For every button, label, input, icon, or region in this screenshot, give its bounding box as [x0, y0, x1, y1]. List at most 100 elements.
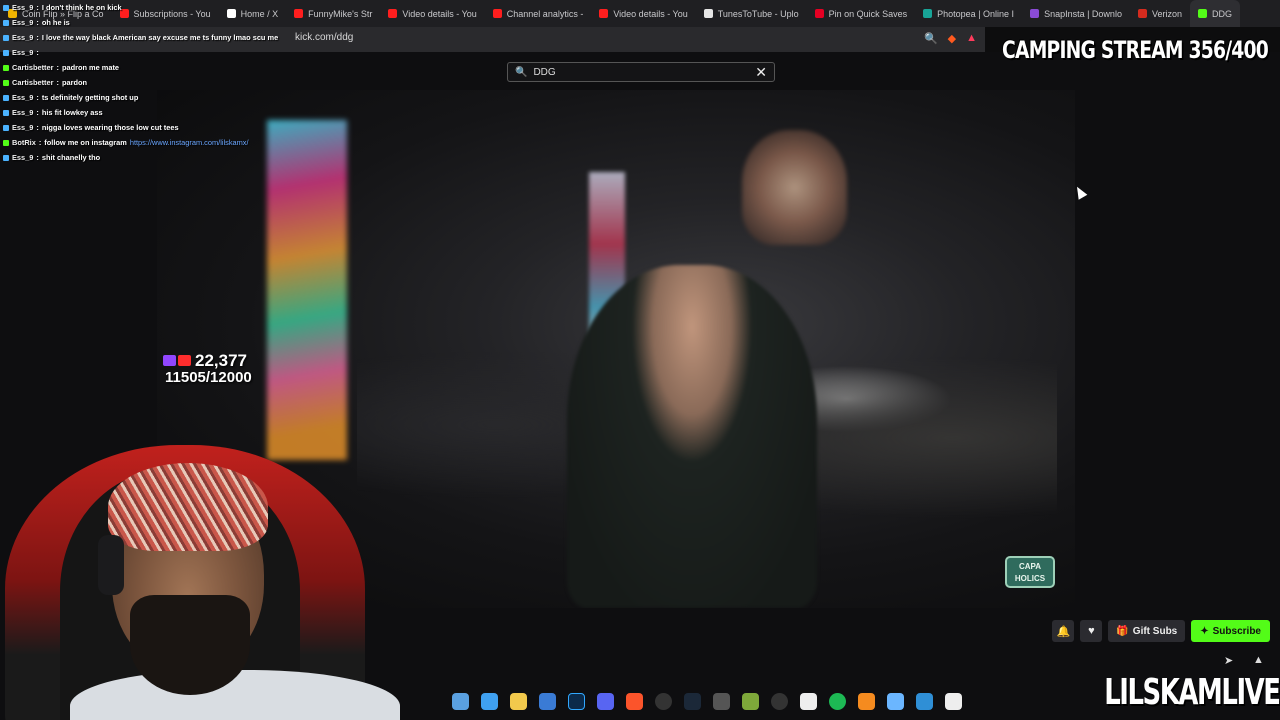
- search-icon[interactable]: 🔍: [924, 32, 938, 45]
- chat-username[interactable]: Ess_9: [12, 108, 33, 117]
- chat-link[interactable]: https://www.instagram.com/lilskamx/: [130, 138, 249, 147]
- chat-separator: :: [36, 153, 39, 162]
- file-icon[interactable]: [945, 692, 962, 710]
- chat-username[interactable]: Cartisbetter: [12, 78, 53, 87]
- chat-separator: :: [38, 138, 42, 147]
- tab-label: Pin on Quick Saves: [828, 8, 908, 19]
- chat-text: oh he is: [41, 18, 70, 27]
- chat-message: Cartisbetter: pardon: [3, 75, 303, 90]
- app-icon[interactable]: [713, 692, 730, 710]
- notepad-icon[interactable]: [887, 692, 904, 710]
- chat-text: his fit lowkey ass: [41, 108, 103, 117]
- chat-badge-icon: [3, 19, 9, 26]
- steam-icon[interactable]: [684, 692, 701, 710]
- chat-separator: :: [36, 48, 39, 57]
- tab-label: Channel analytics -: [506, 8, 584, 19]
- browser-tab[interactable]: SnapInsta | Downlo: [1022, 0, 1130, 27]
- report-icon[interactable]: ▲: [1253, 654, 1264, 666]
- headset: [98, 535, 124, 595]
- chat-badge-icon: [3, 64, 9, 71]
- brave-rewards-icon[interactable]: ▲: [966, 32, 977, 45]
- browser-tab[interactable]: Pin on Quick Saves: [807, 0, 916, 27]
- tab-label: FunnyMike's Str: [308, 8, 373, 19]
- chat-username[interactable]: Ess_9: [12, 18, 33, 27]
- spotify-icon[interactable]: [829, 692, 846, 710]
- search-input[interactable]: DDG: [533, 67, 555, 78]
- brand-watermark: LILSKAMLIVE: [1104, 672, 1280, 713]
- chat-badge-icon: [3, 154, 9, 161]
- browser-tab[interactable]: DDG: [1189, 0, 1240, 27]
- fl-studio-icon[interactable]: [858, 692, 875, 710]
- browser-tab[interactable]: Verizon: [1130, 0, 1190, 27]
- photoshop-icon[interactable]: [568, 692, 585, 710]
- store-icon[interactable]: [539, 692, 556, 710]
- chat-message: Ess_9: I love the way black American say …: [3, 30, 303, 45]
- browser-tab[interactable]: Video details - You: [591, 0, 695, 27]
- chat-badge-icon: [3, 109, 9, 116]
- chat-text: pardon: [61, 78, 87, 87]
- browser-tab[interactable]: TunesToTube - Uplo: [696, 0, 807, 27]
- clear-search-icon[interactable]: ✕: [755, 64, 767, 81]
- share-icon[interactable]: ➤: [1224, 654, 1233, 667]
- browser-tab[interactable]: Photopea | Online I: [915, 0, 1022, 27]
- weather-icon[interactable]: [452, 692, 469, 710]
- tab-favicon-icon: [814, 9, 824, 18]
- 4k-icon[interactable]: [771, 692, 788, 710]
- tab-label: SnapInsta | Downlo: [1044, 8, 1122, 19]
- chat-separator: :: [56, 63, 59, 72]
- chat-message: Ess_9: ts definitely getting shot up: [3, 90, 303, 105]
- chat-username[interactable]: Ess_9: [12, 48, 33, 57]
- chat-message: Ess_9: I don't think he on kick: [3, 0, 303, 15]
- brave-shield-icon[interactable]: ◆: [948, 32, 956, 45]
- chat-text: padron me mate: [61, 63, 120, 72]
- tab-label: Video details - You: [402, 8, 477, 19]
- chat-text: I don't think he on kick: [41, 3, 122, 12]
- streamer-beard: [130, 595, 250, 695]
- streamer-hair: [108, 463, 268, 551]
- chat-username[interactable]: BotRix: [12, 138, 36, 147]
- xbox-icon[interactable]: [742, 692, 759, 710]
- chat-badge-icon: [3, 124, 9, 131]
- copilot-icon[interactable]: [481, 692, 498, 710]
- bell-icon[interactable]: 🔔: [1052, 620, 1075, 642]
- tab-label: TunesToTube - Uplo: [717, 8, 799, 19]
- sub-goal: 11505/12000: [165, 369, 252, 386]
- capcut-icon[interactable]: [800, 692, 817, 710]
- viewer-count: 22,377: [163, 352, 247, 369]
- chat-badge-icon: [3, 49, 9, 56]
- tab-favicon-icon: [388, 9, 398, 18]
- chat-username[interactable]: Ess_9: [12, 153, 33, 162]
- chat-username[interactable]: Cartisbetter: [12, 63, 53, 72]
- webcam-overlay: [0, 425, 420, 720]
- tab-label: DDG: [1211, 8, 1232, 19]
- discord-icon[interactable]: [597, 692, 614, 710]
- youtube-icon: [178, 355, 191, 366]
- chat-separator: :: [36, 18, 39, 27]
- chat-username[interactable]: Ess_9: [12, 33, 33, 42]
- chat-text: shit chanelly tho: [41, 153, 101, 162]
- chat-text: I love the way black American say excuse…: [41, 33, 279, 42]
- chat-message: Ess_9: his fit lowkey ass: [3, 105, 303, 120]
- stream-title-overlay: CAMPING STREAM 356/400: [1001, 36, 1269, 64]
- chat-separator: :: [36, 33, 39, 42]
- chat-separator: :: [56, 78, 59, 87]
- brave-icon[interactable]: [626, 692, 643, 710]
- chat-message: Ess_9: nigga loves wearing those low cut …: [3, 120, 303, 135]
- channel-actions: 🔔 ♥ 🎁 Gift Subs ✦ Subscribe: [1052, 620, 1270, 642]
- photos-icon[interactable]: [916, 692, 933, 710]
- search-bar[interactable]: 🔍 DDG ✕: [507, 62, 775, 82]
- gift-subs-button[interactable]: 🎁 Gift Subs: [1108, 620, 1186, 642]
- chat-username[interactable]: Ess_9: [12, 3, 33, 12]
- file-explorer-icon[interactable]: [510, 692, 527, 710]
- chat-username[interactable]: Ess_9: [12, 93, 33, 102]
- streamer-in-video: [567, 265, 817, 608]
- chat-username[interactable]: Ess_9: [12, 123, 33, 132]
- browser-tab[interactable]: Video details - You: [380, 0, 484, 27]
- chat-badge-icon: [3, 94, 9, 101]
- chat-separator: :: [36, 3, 39, 12]
- obs-icon[interactable]: [655, 692, 672, 710]
- url-text[interactable]: kick.com/ddg: [295, 32, 353, 43]
- browser-tab[interactable]: Channel analytics -: [485, 0, 592, 27]
- subscribe-button[interactable]: ✦ Subscribe: [1191, 620, 1270, 642]
- heart-icon[interactable]: ♥: [1080, 620, 1103, 642]
